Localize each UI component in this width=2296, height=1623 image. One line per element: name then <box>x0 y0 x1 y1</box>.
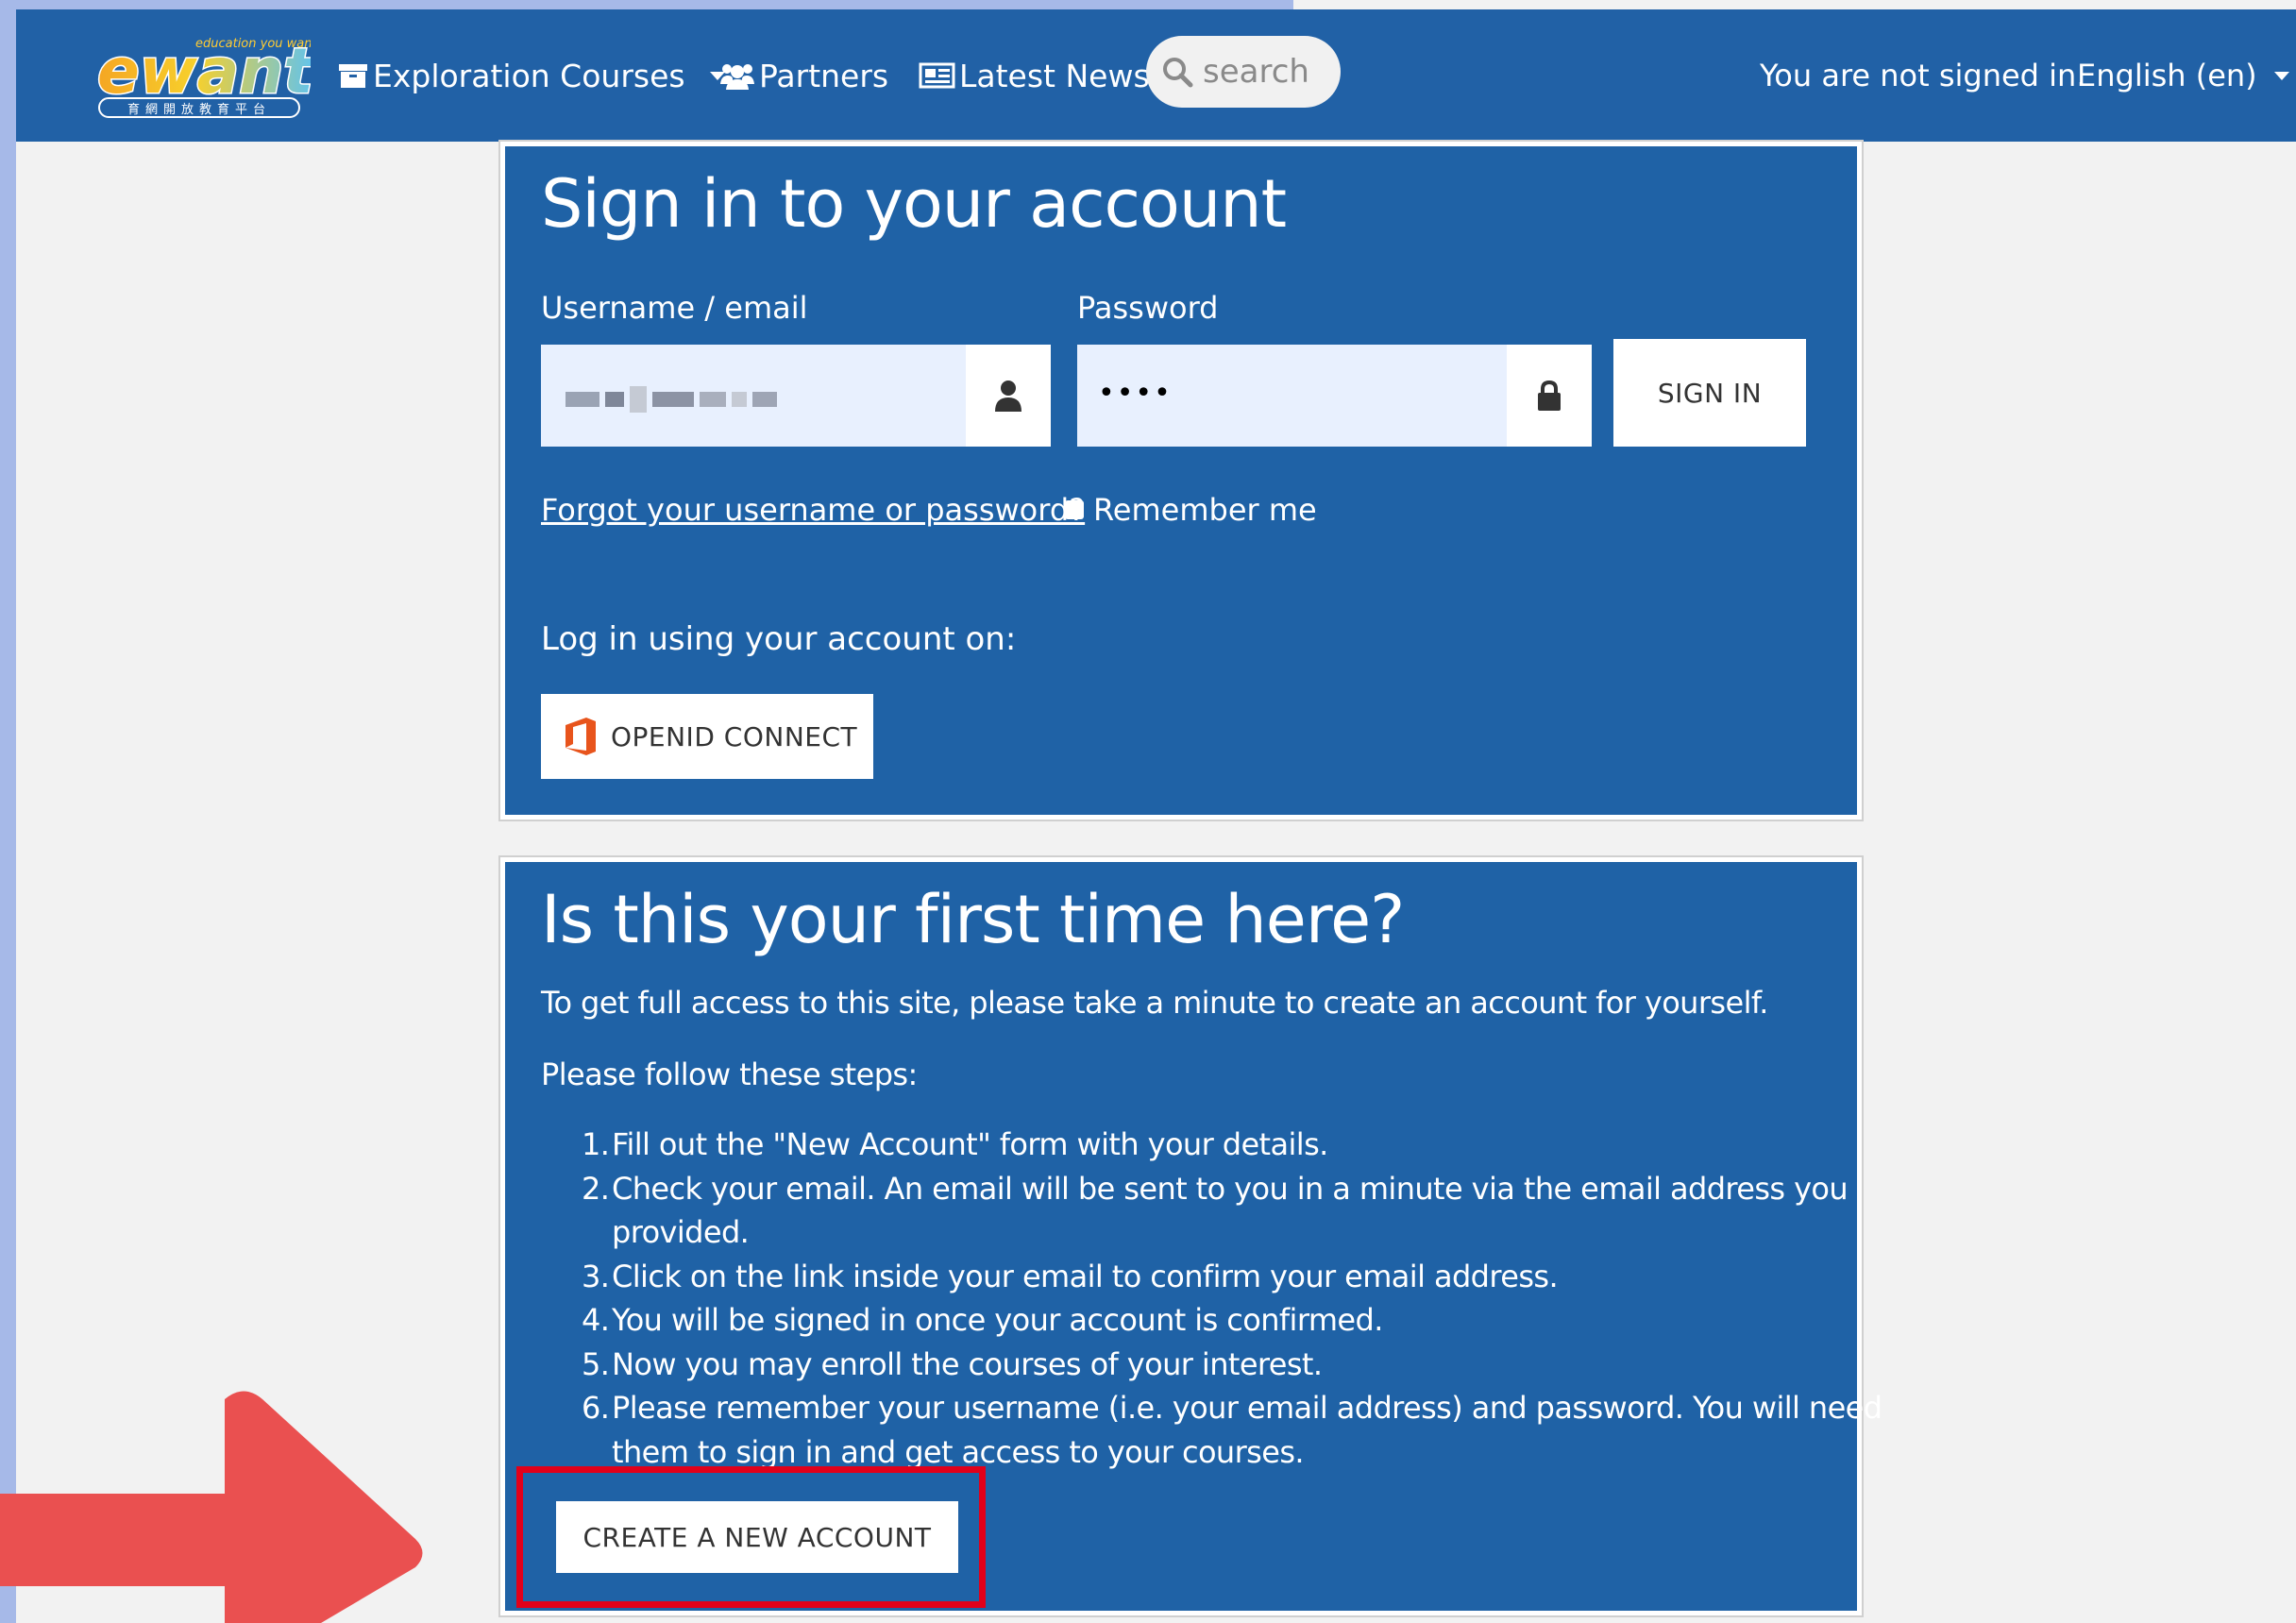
signin-card: Sign in to your account Username / email… <box>500 142 1862 820</box>
user-icon-addon <box>966 345 1051 447</box>
user-icon <box>995 380 1021 412</box>
list-item: 6. Please remember your username (i.e. yo… <box>582 1390 1882 1426</box>
nav-exploration-courses-label: Exploration Courses <box>373 57 685 94</box>
chevron-down-icon <box>2273 71 2289 80</box>
users-icon <box>720 64 754 90</box>
highlight-box <box>516 1466 986 1608</box>
search-icon <box>1163 58 1193 88</box>
signup-intro: To get full access to this site, please … <box>541 985 1768 1021</box>
list-item: provided. <box>612 1214 750 1250</box>
ewant-logo[interactable]: ewant education you want 育網開放教育平台 <box>92 30 317 121</box>
password-field[interactable]: •••• <box>1077 345 1592 447</box>
password-label: Password <box>1077 290 1219 326</box>
lock-icon <box>1538 380 1561 411</box>
steps-heading: Please follow these steps: <box>541 1057 918 1092</box>
language-label: English (en) <box>2077 58 2257 93</box>
nav-exploration-courses[interactable]: Exploration Courses <box>337 9 725 142</box>
signin-status: You are not signed in. <box>1760 58 2086 93</box>
signin-title: Sign in to your account <box>541 165 1287 243</box>
alt-login-heading: Log in using your account on: <box>541 620 1017 658</box>
list-item: 4. You will be signed in once your accoun… <box>582 1302 1383 1338</box>
box-icon <box>339 64 367 88</box>
remember-me[interactable]: Remember me <box>1065 492 1317 528</box>
language-selector[interactable]: English (en) <box>2077 9 2289 142</box>
search-box[interactable]: search <box>1146 36 1341 108</box>
top-navbar: ewant education you want 育網開放教育平台 Explor… <box>16 9 2296 142</box>
nav-latest-news[interactable]: Latest News <box>918 9 1150 142</box>
username-label: Username / email <box>541 290 808 326</box>
password-value: •••• <box>1098 377 1173 410</box>
list-item: 3. Click on the link inside your email to… <box>582 1258 1559 1294</box>
remember-me-label: Remember me <box>1093 492 1317 528</box>
username-redacted <box>566 386 777 413</box>
first-time-title: Is this your first time here? <box>541 881 1405 958</box>
top-accent-strip <box>0 0 1293 9</box>
nav-partners-label: Partners <box>759 57 889 94</box>
newspaper-icon <box>919 62 955 89</box>
list-item: 2. Check your email. An email will be sen… <box>582 1170 1849 1207</box>
remember-me-checkbox[interactable] <box>1065 500 1084 519</box>
signup-steps-list: 1. Fill out the "New Account" form with y… <box>541 1123 1882 1474</box>
openid-connect-label: OPENID CONNECT <box>611 720 858 752</box>
signin-button[interactable]: SIGN IN <box>1613 339 1806 447</box>
search-placeholder: search <box>1203 53 1309 91</box>
nav-partners[interactable]: Partners <box>719 9 888 142</box>
openid-connect-button[interactable]: OPENID CONNECT <box>541 694 873 779</box>
pointer-arrow <box>0 1391 423 1623</box>
office-icon <box>566 718 596 755</box>
forgot-password-link[interactable]: Forgot your username or password? <box>541 492 1085 528</box>
lock-icon-addon <box>1507 345 1592 447</box>
logo-tagline: education you want <box>195 37 311 51</box>
logo-subtitle: 育網開放教育平台 <box>127 102 271 117</box>
list-item: 5. Now you may enroll the courses of your… <box>582 1345 1323 1382</box>
username-field[interactable] <box>541 345 1051 447</box>
nav-latest-news-label: Latest News <box>959 57 1150 94</box>
list-item: 1. Fill out the "New Account" form with y… <box>582 1126 1328 1162</box>
